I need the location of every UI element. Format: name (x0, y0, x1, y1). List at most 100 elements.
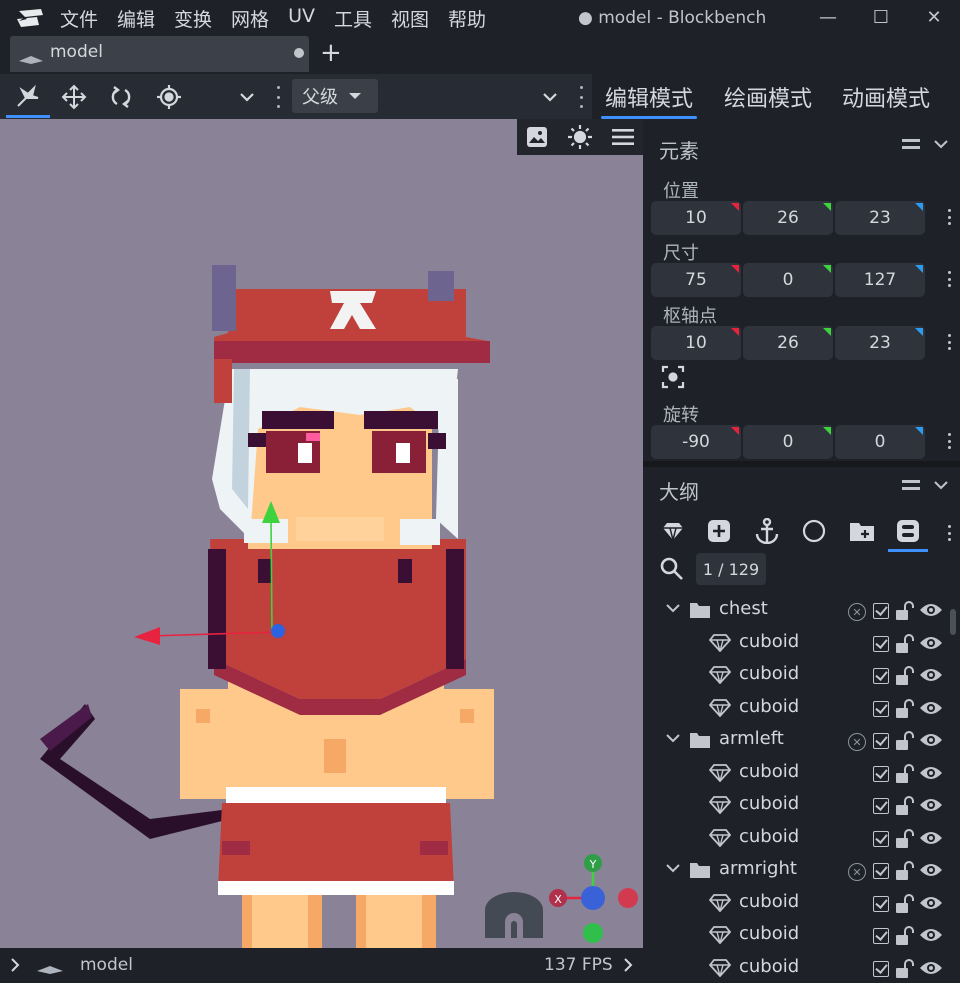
chevron-down-icon[interactable] (665, 862, 681, 874)
add-folder-button[interactable] (846, 515, 878, 547)
panel-divider[interactable] (643, 461, 960, 467)
visibility-checkbox[interactable] (873, 700, 889, 717)
visibility-checkbox[interactable] (873, 960, 889, 977)
outliner-cube-row[interactable]: cuboid (643, 659, 949, 691)
pivot-y-input[interactable]: 26 (743, 326, 833, 360)
outliner-cube-row[interactable]: cuboid (643, 627, 949, 659)
brightness-icon[interactable] (567, 124, 593, 150)
add-cube-button[interactable] (657, 515, 689, 547)
unsaved-indicator[interactable] (294, 48, 304, 58)
chevron-down-icon[interactable] (934, 139, 948, 149)
export-toggle-icon[interactable]: ✕ (848, 863, 866, 881)
visibility-checkbox[interactable] (873, 928, 889, 944)
eye-icon[interactable] (919, 635, 943, 651)
tab-animate-mode[interactable]: 动画模式 (842, 81, 930, 113)
menu-file[interactable]: 文件 (60, 5, 98, 32)
rotation-more-icon[interactable] (947, 433, 951, 449)
chevron-right-icon[interactable] (622, 957, 634, 973)
rotation-x-input[interactable]: -90 (651, 425, 741, 459)
eye-icon[interactable] (919, 960, 943, 976)
panel-menu-icon[interactable] (902, 139, 920, 149)
unlock-icon[interactable] (895, 926, 915, 946)
outliner-more-icon[interactable] (947, 525, 951, 541)
rotate-tool[interactable] (104, 80, 138, 114)
unlock-icon[interactable] (895, 828, 915, 849)
menu-help[interactable]: 帮助 (448, 5, 486, 32)
size-y-input[interactable]: 0 (743, 263, 833, 297)
unlock-icon[interactable] (895, 731, 915, 751)
toolbar-grip-icon[interactable] (276, 86, 280, 108)
menu-mesh[interactable]: 网格 (231, 5, 269, 32)
eye-icon[interactable] (919, 895, 943, 911)
panel-menu-icon[interactable] (902, 480, 920, 490)
menu-view[interactable]: 视图 (391, 5, 429, 32)
position-x-input[interactable]: 10 (651, 201, 741, 235)
menu-transform[interactable]: 变换 (174, 5, 212, 32)
unlock-icon[interactable] (895, 958, 915, 979)
outliner-cube-row[interactable]: cuboid (643, 789, 949, 821)
outliner-cube-row[interactable]: cuboid (643, 692, 949, 724)
eye-icon[interactable] (919, 862, 943, 878)
position-y-input[interactable]: 26 (743, 201, 833, 235)
menu-icon[interactable] (611, 128, 634, 146)
3d-viewport[interactable]: Y X (0, 119, 643, 948)
tab-edit-mode[interactable]: 编辑模式 (600, 81, 698, 119)
eye-icon[interactable] (919, 667, 943, 683)
toolbar-overflow-dropdown[interactable] (533, 80, 567, 114)
unlock-icon[interactable] (895, 893, 915, 914)
outliner-cube-row[interactable]: cuboid (643, 887, 949, 919)
chevron-down-icon[interactable] (665, 732, 681, 744)
eye-icon[interactable] (919, 700, 943, 716)
visibility-checkbox[interactable] (873, 830, 889, 847)
outliner-cube-row[interactable]: cuboid (643, 919, 949, 951)
visibility-checkbox[interactable] (873, 668, 889, 684)
outliner-scrollbar[interactable] (950, 609, 956, 635)
menu-uv[interactable]: UV (288, 5, 315, 32)
outliner-group-row[interactable]: armleft ✕ (643, 724, 949, 756)
visibility-checkbox[interactable] (873, 765, 889, 782)
eye-icon[interactable] (919, 602, 943, 618)
toolbar-grip-icon[interactable] (579, 86, 583, 108)
export-toggle-icon[interactable]: ✕ (848, 733, 866, 751)
chevron-down-icon[interactable] (934, 480, 948, 490)
maximize-button[interactable]: ☐ (868, 4, 894, 30)
add-null-object-button[interactable] (798, 515, 830, 547)
add-group-button[interactable] (703, 515, 735, 547)
tab-model[interactable]: model (10, 36, 309, 72)
size-z-input[interactable]: 127 (835, 263, 925, 297)
tool-overflow-dropdown[interactable] (230, 80, 264, 114)
axis-orientation-gizmo[interactable]: Y X (546, 853, 642, 943)
chevron-right-icon[interactable] (9, 957, 21, 973)
export-toggle-icon[interactable]: ✕ (848, 603, 866, 621)
unlock-icon[interactable] (895, 633, 915, 654)
pivot-z-input[interactable]: 23 (835, 326, 925, 360)
move-pivot-tool[interactable] (6, 80, 50, 118)
visibility-checkbox[interactable] (873, 635, 889, 652)
visibility-checkbox[interactable] (873, 733, 889, 749)
unlock-icon[interactable] (895, 796, 915, 816)
size-x-input[interactable]: 75 (651, 263, 741, 297)
outliner-group-row[interactable]: chest ✕ (643, 594, 949, 626)
outliner-cube-row[interactable]: cuboid (643, 757, 949, 789)
rotation-z-input[interactable]: 0 (835, 425, 925, 459)
eye-icon[interactable] (919, 830, 943, 846)
image-icon[interactable] (526, 126, 548, 148)
eye-icon[interactable] (919, 927, 943, 943)
add-locator-button[interactable] (751, 515, 783, 547)
transform-space-select[interactable]: 父级 (292, 79, 378, 113)
outliner-group-row[interactable]: armright ✕ (643, 854, 949, 886)
unlock-icon[interactable] (895, 763, 915, 784)
toggle-options-button[interactable] (888, 515, 928, 552)
visibility-checkbox[interactable] (873, 798, 889, 814)
pivot-more-icon[interactable] (947, 334, 951, 350)
menu-edit[interactable]: 编辑 (117, 5, 155, 32)
unlock-icon[interactable] (895, 861, 915, 881)
close-button[interactable]: ✕ (921, 4, 947, 30)
position-more-icon[interactable] (947, 209, 951, 225)
pivot-x-input[interactable]: 10 (651, 326, 741, 360)
size-more-icon[interactable] (947, 271, 951, 287)
unlock-icon[interactable] (895, 666, 915, 686)
eye-icon[interactable] (919, 797, 943, 813)
outliner-cube-row[interactable]: cuboid (643, 952, 949, 983)
pivot-target-tool[interactable] (152, 80, 186, 114)
